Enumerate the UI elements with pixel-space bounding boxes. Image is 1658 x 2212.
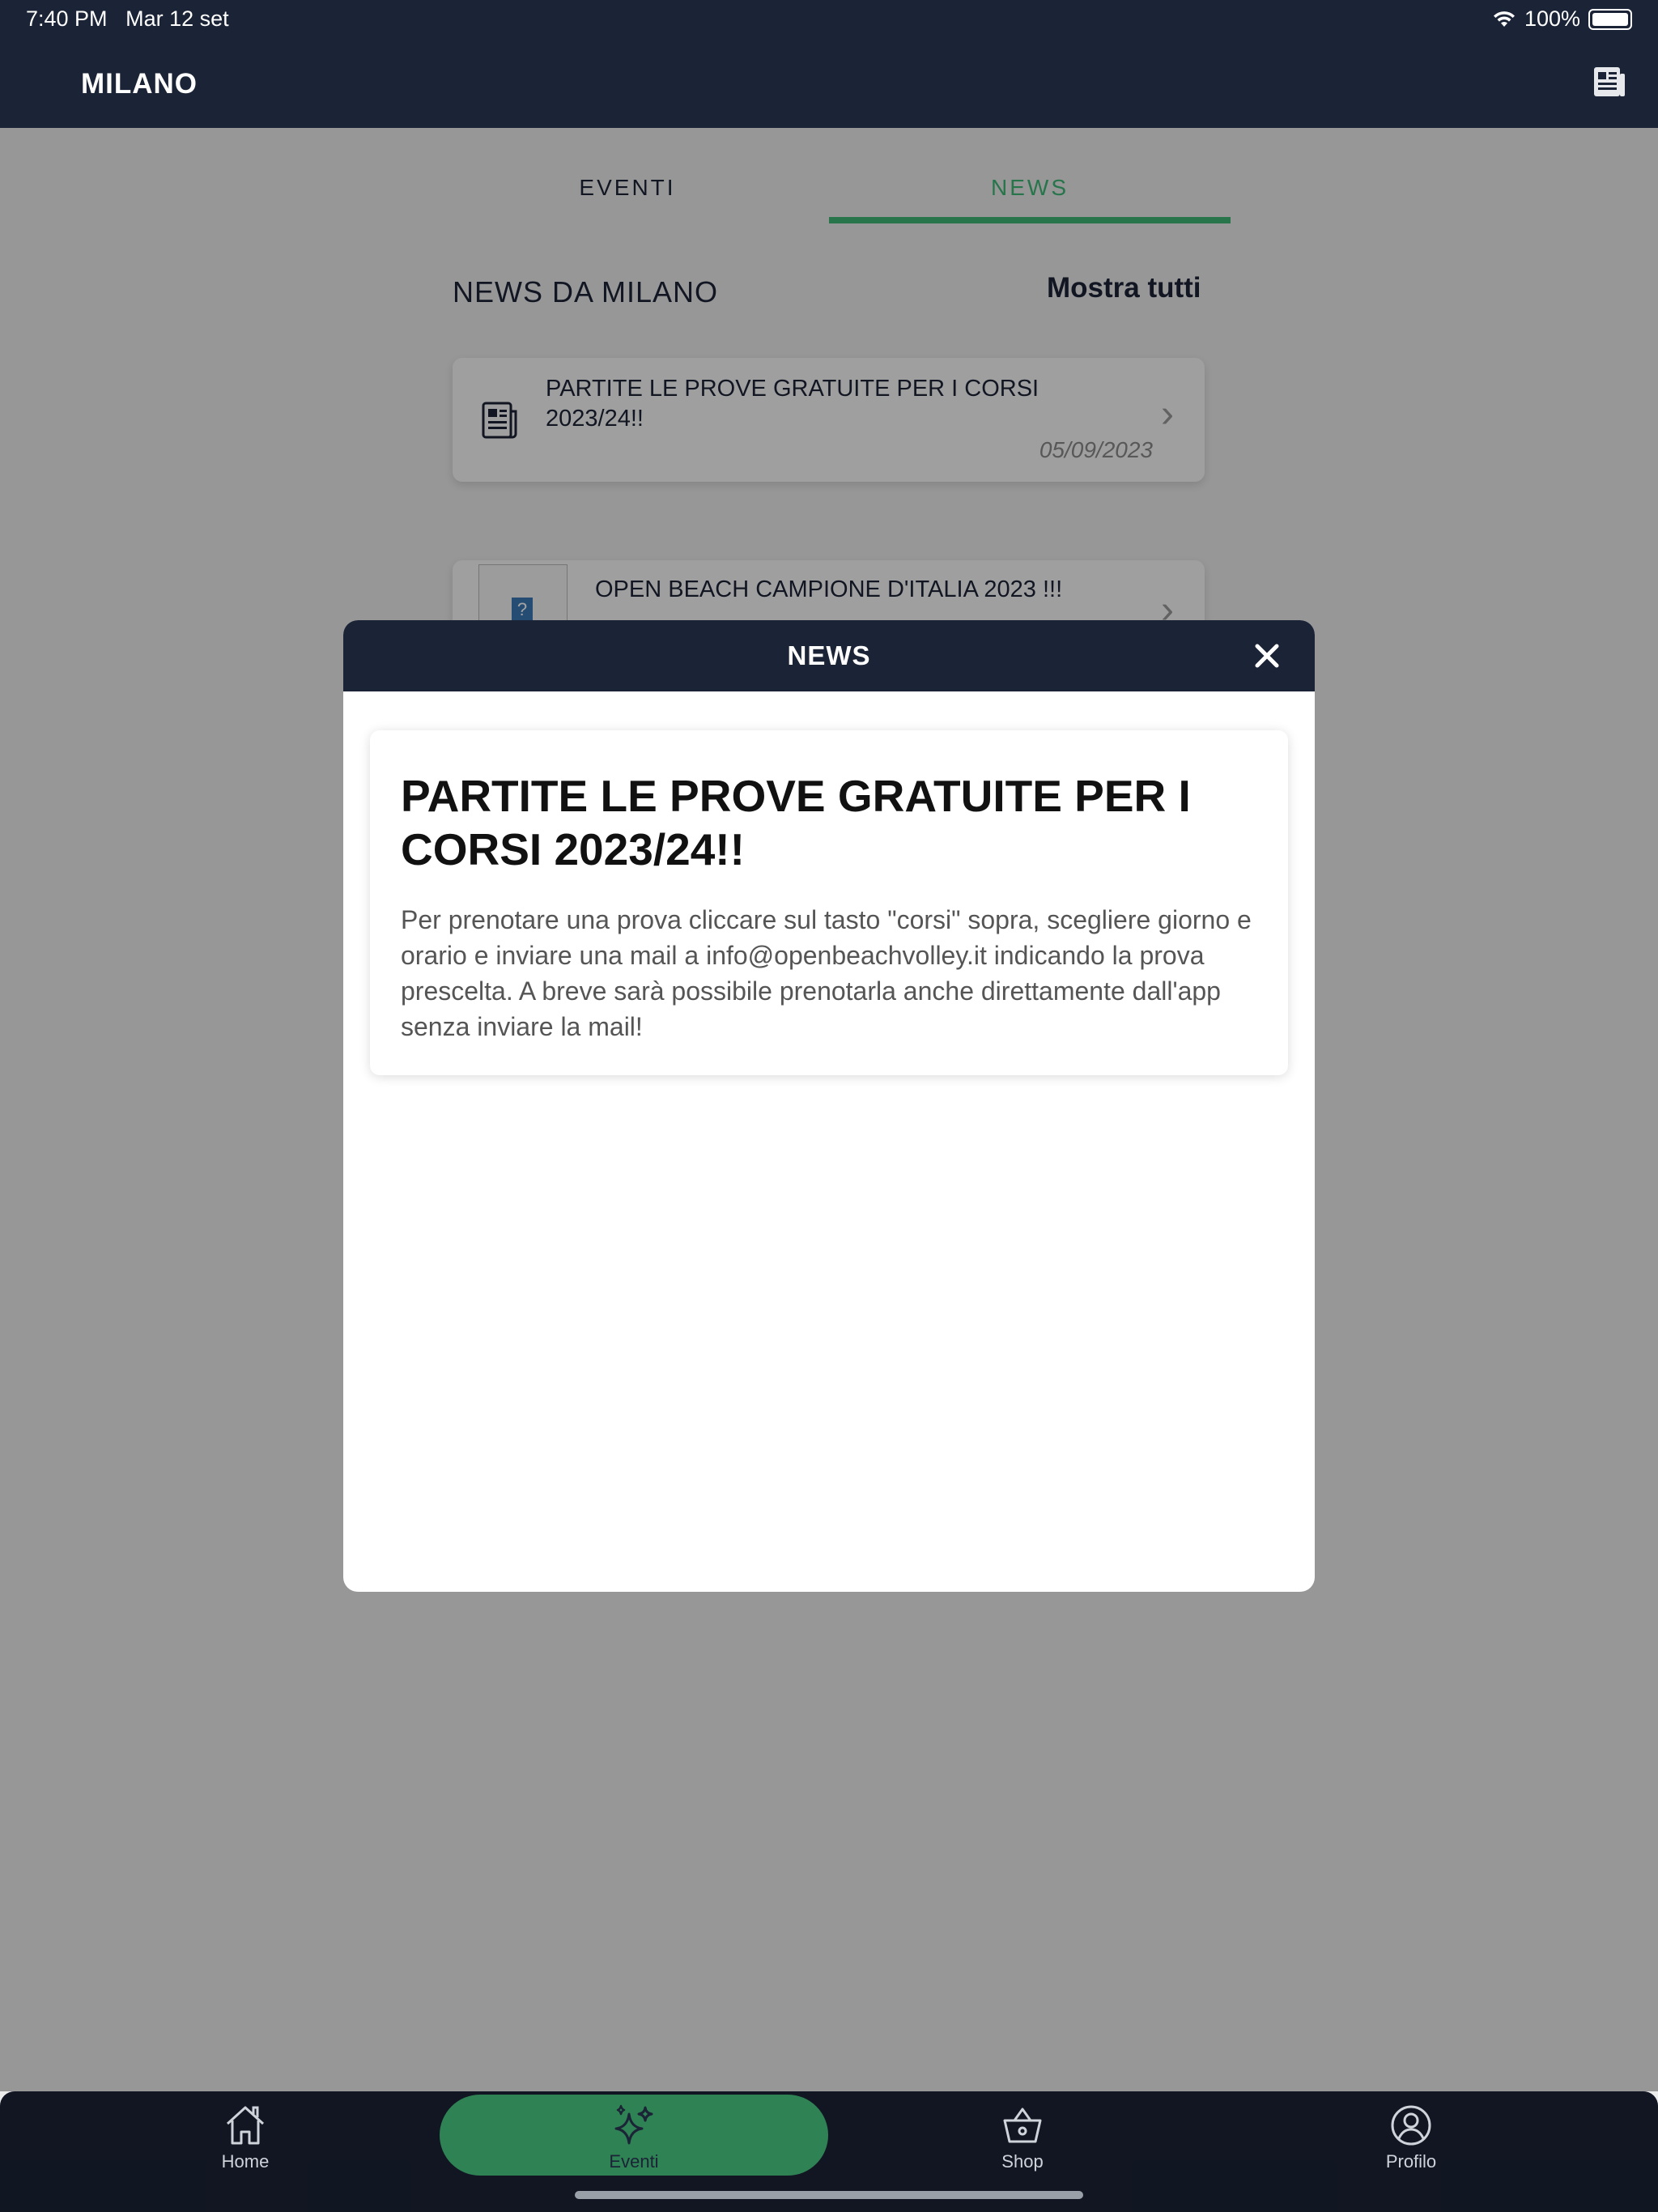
newspaper-icon[interactable] bbox=[1592, 64, 1627, 100]
article-title: PARTITE LE PROVE GRATUITE PER I CORSI 20… bbox=[401, 771, 1191, 874]
top-bar bbox=[0, 0, 1658, 128]
nav-shop[interactable]: Shop bbox=[925, 2103, 1120, 2176]
status-bar-time: 7:40 PM Mar 12 set bbox=[26, 6, 229, 32]
status-bar-right: 100% bbox=[1492, 6, 1632, 32]
article-card: PARTITE LE PROVE GRATUITE PER I CORSI 20… bbox=[370, 730, 1288, 1075]
article-body: Per prenotare una prova cliccare sul tas… bbox=[401, 905, 1252, 1041]
sparkles-icon bbox=[614, 2104, 653, 2145]
battery-percent: 100% bbox=[1524, 6, 1580, 31]
nav-eventi[interactable]: Eventi bbox=[537, 2103, 731, 2176]
wifi-icon bbox=[1493, 11, 1515, 27]
nav-profilo[interactable]: Profilo bbox=[1314, 2103, 1508, 2176]
basket-icon bbox=[1003, 2108, 1042, 2143]
news-modal: NEWS PARTITE LE PROVE GRATUITE PER I COR… bbox=[343, 620, 1315, 1592]
nav-home[interactable]: Home bbox=[148, 2103, 342, 2176]
status-time-text: 7:40 PM bbox=[26, 6, 108, 31]
close-icon[interactable] bbox=[1251, 640, 1283, 672]
modal-title: NEWS bbox=[787, 640, 871, 670]
home-indicator bbox=[575, 2191, 1083, 2199]
nav-home-label: Home bbox=[221, 2151, 270, 2172]
user-circle-icon bbox=[1391, 2105, 1431, 2146]
home-icon bbox=[226, 2106, 265, 2145]
header-title: MILANO bbox=[81, 68, 198, 100]
status-date-text: Mar 12 set bbox=[125, 6, 229, 31]
battery-icon bbox=[1588, 8, 1632, 30]
nav-shop-label: Shop bbox=[1001, 2151, 1044, 2172]
nav-profilo-label: Profilo bbox=[1385, 2151, 1437, 2172]
nav-eventi-label: Eventi bbox=[609, 2151, 659, 2172]
